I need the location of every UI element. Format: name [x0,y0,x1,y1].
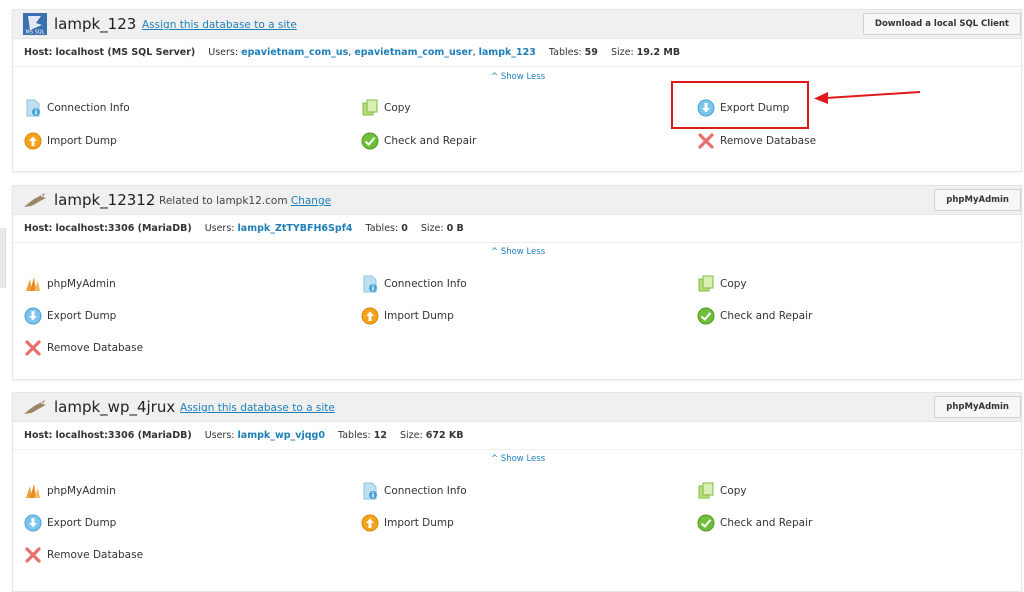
side-collapse-tab[interactable] [0,228,6,288]
database-header: MS SQL lampk_123 Assign this database to… [13,10,1021,39]
size-value: 19.2 MB [636,47,681,58]
user-link[interactable]: lampk_ZtTYBFH6Spf4 [238,223,353,234]
host-label: Host: [24,47,53,58]
user-link[interactable]: lampk_123 [479,47,536,58]
show-less-toggle[interactable]: ^ Show Less [491,72,545,82]
size-value: 0 B [446,223,464,234]
user-link[interactable]: epavietnam_com_us [241,47,348,58]
tables-label: Tables: [337,430,371,441]
host-value: localhost (MS SQL Server) [55,47,196,58]
phpmyadmin-icon [26,484,40,498]
size-label: Size: [400,430,423,441]
action-label: Import Dump [47,135,117,147]
check-circle-icon [361,132,379,150]
database-header: lampk_wp_4jrux Assign this database to a… [13,393,1021,422]
check-circle-icon [697,307,715,325]
action-label: Copy [720,278,747,290]
database-info-row: Host: localhost:3306 (MariaDB) Users: la… [13,215,1021,243]
copy-icon [698,275,714,292]
show-less-toggle[interactable]: ^ Show Less [491,454,545,464]
database-name: lampk_123 [54,15,137,33]
remove-x-icon [25,340,41,356]
ms-sql-icon: MS SQL [23,13,47,35]
users-label: Users: [204,430,235,441]
action-label: Copy [384,102,411,114]
action-label: Connection Info [384,278,467,290]
user-link[interactable]: lampk_wp_vjqg0 [238,430,325,441]
assign-site-link[interactable]: Assign this database to a site [142,18,297,32]
connection-info-icon [363,275,377,293]
database-name: lampk_12312 [54,191,156,209]
copy-icon [698,482,714,499]
remove-x-icon [25,547,41,563]
action-label: Remove Database [47,549,144,561]
action-label: Remove Database [47,342,144,354]
export-dump-icon [24,307,42,325]
database-card-lampk-12312: lampk_12312 Related to lampk12.com Chang… [12,185,1022,380]
download-sql-client-button[interactable]: Download a local SQL Client [862,13,1021,35]
annotation-arrow-icon [814,91,921,104]
action-label: Export Dump [47,517,117,529]
database-card-lampk-wp-4jrux: lampk_wp_4jrux Assign this database to a… [12,392,1022,592]
phpmyadmin-icon [26,277,40,291]
related-site-label: Related to lampk12.com [159,195,288,207]
host-label: Host: [24,430,53,441]
tables-label: Tables: [365,223,399,234]
tables-value: 59 [584,47,598,58]
users-label: Users: [204,223,235,234]
phpmyadmin-button[interactable]: phpMyAdmin [934,189,1021,211]
action-label: Copy [720,485,747,497]
host-value: localhost:3306 (MariaDB) [55,223,192,234]
change-link[interactable]: Change [291,195,331,207]
size-label: Size: [420,223,444,234]
action-label: Connection Info [384,485,467,497]
user-link[interactable]: epavietnam_com_user [354,47,472,58]
connection-info-icon [363,482,377,500]
phpmyadmin-button[interactable]: phpMyAdmin [934,396,1021,418]
tables-value: 12 [373,430,387,441]
action-label: phpMyAdmin [47,278,116,290]
action-label: Check and Repair [384,135,477,147]
database-name: lampk_wp_4jrux [54,398,176,416]
action-label: Remove Database [720,135,817,147]
import-dump-icon [24,132,42,150]
export-dump-icon [24,514,42,532]
host-label: Host: [24,223,53,234]
related-site-text: Related to lampk12.com Change [159,194,331,208]
tables-label: Tables: [548,47,582,58]
action-label: phpMyAdmin [47,485,116,497]
mariadb-seal-icon [24,400,46,414]
users-label: Users: [208,47,239,58]
show-less-toggle[interactable]: ^ Show Less [491,247,545,257]
import-dump-icon [361,307,379,325]
action-label: Check and Repair [720,517,813,529]
database-info-row: Host: localhost:3306 (MariaDB) Users: la… [13,422,1021,450]
size-value: 672 KB [425,430,464,441]
mariadb-seal-icon [24,193,46,207]
tables-value: 0 [401,223,408,234]
action-label: Export Dump [47,310,117,322]
size-label: Size: [610,47,634,58]
check-circle-icon [697,514,715,532]
database-info-row: Host: localhost (MS SQL Server) Users: e… [13,39,1021,67]
action-label: Import Dump [384,310,454,322]
copy-icon [362,99,378,116]
remove-x-icon [698,133,714,149]
highlight-box [671,81,809,129]
action-label: Import Dump [384,517,454,529]
database-header: lampk_12312 Related to lampk12.com Chang… [13,186,1021,215]
host-value: localhost:3306 (MariaDB) [55,430,192,441]
action-label: Check and Repair [720,310,813,322]
connection-info-icon [26,99,40,117]
import-dump-icon [361,514,379,532]
action-label: Connection Info [47,102,130,114]
svg-text:MS SQL: MS SQL [26,30,45,36]
assign-site-link[interactable]: Assign this database to a site [180,401,335,415]
